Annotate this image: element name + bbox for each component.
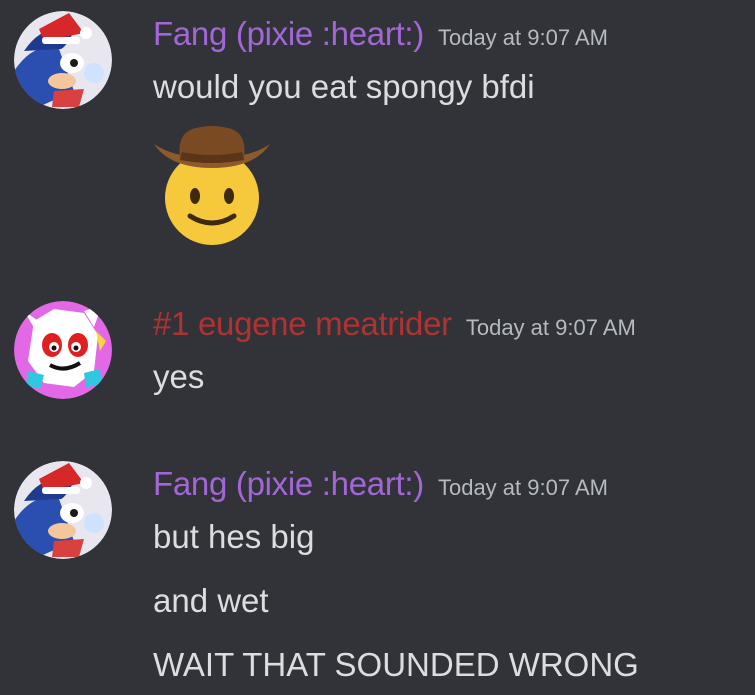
message-text: WAIT THAT SOUNDED WRONG [153,646,639,683]
message-header: Fang (pixie :heart:) Today at 9:07 AM [153,17,608,50]
message-header: #1 eugene meatrider Today at 9:07 AM [153,307,636,340]
timestamp[interactable]: Today at 9:07 AM [466,315,636,340]
message-group: Fang (pixie :heart:) Today at 9:07 AM wou… [0,0,755,280]
message-text: but hes big [153,518,315,555]
message-header: Fang (pixie :heart:) Today at 9:07 AM [153,467,608,500]
message-text: and wet [153,582,269,619]
message-group: #1 eugene meatrider Today at 9:07 AM yes [0,290,755,420]
message-text: yes [153,358,205,395]
message-text: would you eat spongy bfdi [153,68,535,105]
timestamp[interactable]: Today at 9:07 AM [438,475,608,500]
username[interactable]: Fang (pixie :heart:) [153,15,424,52]
cowboy-hat-face-emoji[interactable] [150,122,274,251]
username[interactable]: #1 eugene meatrider [153,305,452,342]
timestamp[interactable]: Today at 9:07 AM [438,25,608,50]
sonic-santa-hat-avatar[interactable] [14,461,112,559]
sonic-santa-hat-avatar[interactable] [14,11,112,109]
cartoon-character-avatar[interactable] [14,301,112,399]
message-group: Fang (pixie :heart:) Today at 9:07 AM but… [0,450,755,695]
username[interactable]: Fang (pixie :heart:) [153,465,424,502]
